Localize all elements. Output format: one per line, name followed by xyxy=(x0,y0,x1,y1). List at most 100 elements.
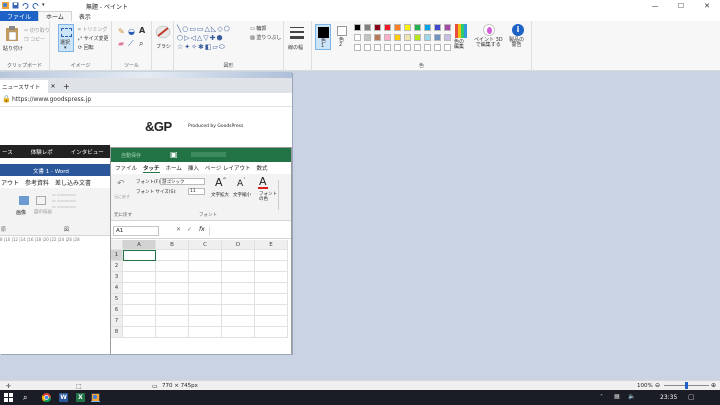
row-header[interactable]: 5 xyxy=(111,294,123,305)
palette-color-swatch[interactable] xyxy=(374,34,381,41)
column-header[interactable]: D xyxy=(222,240,255,250)
windows-icon[interactable] xyxy=(4,393,13,402)
palette-color-swatch[interactable] xyxy=(424,34,431,41)
site-nav-item-1[interactable]: ース xyxy=(2,148,13,156)
excel-undo-icon[interactable]: ↶ xyxy=(117,179,125,189)
palette-color-swatch[interactable] xyxy=(434,34,441,41)
ribbon-scroll[interactable] xyxy=(278,180,291,210)
chrome-icon[interactable] xyxy=(41,393,52,403)
grid-cell[interactable] xyxy=(156,327,189,338)
grid-cell[interactable] xyxy=(156,283,189,294)
row-header[interactable]: 2 xyxy=(111,261,123,272)
font-size-select[interactable]: 11 xyxy=(188,188,205,195)
name-box[interactable]: A1 xyxy=(113,226,159,236)
palette-color-swatch[interactable] xyxy=(384,34,391,41)
grid-cell[interactable] xyxy=(189,250,222,261)
edit-colors-label[interactable]: 色の 編集 xyxy=(454,40,464,50)
excel-tab-touch[interactable]: タッチ xyxy=(143,164,160,173)
excel-tab-layout[interactable]: ページ レイアウト xyxy=(205,164,251,172)
word-tab-layout[interactable]: アウト xyxy=(1,178,19,187)
site-nav-item-2[interactable]: 体験レポ xyxy=(31,148,53,156)
grid-cell[interactable] xyxy=(189,294,222,305)
color1-button[interactable]: 色 1 xyxy=(315,24,331,50)
spreadsheet-grid[interactable]: ABCDE 12345678 xyxy=(111,240,291,354)
font-name-select[interactable]: 游ゴシック xyxy=(160,178,205,185)
info-icon[interactable]: i xyxy=(512,24,524,36)
column-header[interactable]: B xyxy=(156,240,189,250)
row-header[interactable]: 7 xyxy=(111,316,123,327)
palette-color-swatch[interactable] xyxy=(404,24,411,31)
grid-cell[interactable] xyxy=(189,305,222,316)
paste-button[interactable]: 貼り付け xyxy=(3,45,23,52)
zoom-slider-thumb[interactable] xyxy=(685,382,688,389)
grid-cell[interactable] xyxy=(255,250,288,261)
grid-cell[interactable] xyxy=(222,272,255,283)
grid-cell[interactable] xyxy=(255,294,288,305)
row-header[interactable]: 3 xyxy=(111,272,123,283)
row-header[interactable]: 4 xyxy=(111,283,123,294)
zoom-out-button[interactable]: ⊖ xyxy=(655,382,660,389)
confirm-formula-icon[interactable]: ✓ xyxy=(187,226,192,233)
color2-button[interactable]: 色 2 xyxy=(335,24,350,50)
custom-color-slot[interactable] xyxy=(364,44,371,51)
crop-button[interactable]: ⌗ トリミング xyxy=(78,26,107,33)
text-icon[interactable]: A xyxy=(139,26,145,35)
picture-icon[interactable] xyxy=(19,196,29,205)
shrink-font-icon[interactable]: Aˇ xyxy=(237,178,246,189)
shape-outline-button[interactable]: ▭ 輪郭 xyxy=(250,25,266,32)
cancel-formula-icon[interactable]: ✕ xyxy=(176,226,181,233)
grid-cell[interactable] xyxy=(255,327,288,338)
tray-up-icon[interactable]: ˄ xyxy=(600,394,603,401)
resize-button[interactable]: ⤢ サイズ変更 xyxy=(78,35,108,42)
palette-color-swatch[interactable] xyxy=(354,34,361,41)
grid-cell[interactable] xyxy=(123,250,156,261)
paint-icon[interactable] xyxy=(91,393,100,402)
grid-cell[interactable] xyxy=(156,272,189,283)
row-header[interactable]: 6 xyxy=(111,305,123,316)
grid-cell[interactable] xyxy=(123,261,156,272)
grid-cell[interactable] xyxy=(123,305,156,316)
grid-cell[interactable] xyxy=(255,305,288,316)
product-alert-label[interactable]: 製品の 警告 xyxy=(509,38,524,48)
palette-color-swatch[interactable] xyxy=(444,34,451,41)
zoom-in-button[interactable]: ⊕ xyxy=(711,382,716,389)
grid-cell[interactable] xyxy=(156,294,189,305)
palette-color-swatch[interactable] xyxy=(414,34,421,41)
custom-color-slot[interactable] xyxy=(434,44,441,51)
palette-color-swatch[interactable] xyxy=(364,24,371,31)
excel-tab-insert[interactable]: 挿入 xyxy=(188,164,199,172)
dropdown-icon[interactable]: ▾ xyxy=(42,2,49,9)
palette-color-swatch[interactable] xyxy=(384,24,391,31)
custom-color-slot[interactable] xyxy=(354,44,361,51)
zoom-slider[interactable] xyxy=(664,382,709,389)
palette-color-swatch[interactable] xyxy=(444,24,451,31)
grid-cell[interactable] xyxy=(156,305,189,316)
shapes-gallery[interactable]: ╲○▭▭△◺◇⬠ ⬡▷◁△▽✚⬢ ☆✦✧✱◧▱⬭ xyxy=(177,25,247,53)
custom-color-slot[interactable] xyxy=(444,44,451,51)
word-tab-mailings[interactable]: 差し込み文書 xyxy=(55,178,91,187)
paint3d-icon[interactable] xyxy=(483,24,495,36)
grid-cell[interactable] xyxy=(255,261,288,272)
excel-icon[interactable]: X xyxy=(76,393,85,402)
grid-cell[interactable] xyxy=(123,294,156,305)
palette-color-swatch[interactable] xyxy=(354,24,361,31)
grid-cell[interactable] xyxy=(189,261,222,272)
close-button[interactable]: ✕ xyxy=(694,0,720,11)
grid-cell[interactable] xyxy=(189,327,222,338)
grid-cell[interactable] xyxy=(156,316,189,327)
grid-cell[interactable] xyxy=(123,327,156,338)
custom-color-slot[interactable] xyxy=(414,44,421,51)
tab-view[interactable]: 表示 xyxy=(72,11,98,21)
grid-cell[interactable] xyxy=(222,327,255,338)
brush-icon[interactable] xyxy=(155,25,171,39)
grid-cell[interactable] xyxy=(123,272,156,283)
line-width-icon[interactable] xyxy=(290,26,304,40)
new-tab-button[interactable]: + xyxy=(63,80,70,93)
column-header[interactable]: E xyxy=(255,240,288,250)
excel-save-icon[interactable]: ▣ xyxy=(170,150,178,159)
brush-label[interactable]: ブラシ xyxy=(156,43,171,50)
custom-color-slot[interactable] xyxy=(384,44,391,51)
grid-cell[interactable] xyxy=(255,316,288,327)
excel-tab-formulas[interactable]: 数式 xyxy=(257,164,268,172)
palette-color-swatch[interactable] xyxy=(394,24,401,31)
